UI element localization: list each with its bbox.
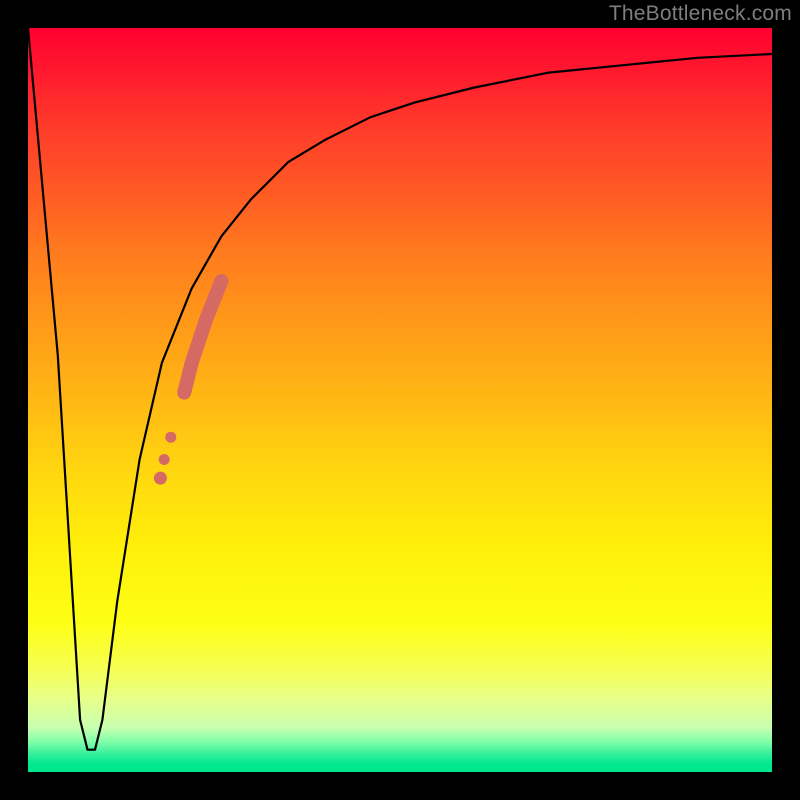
heatmap-background bbox=[28, 28, 772, 772]
plot-area bbox=[28, 28, 772, 772]
watermark-text: TheBottleneck.com bbox=[609, 2, 792, 26]
chart-frame: TheBottleneck.com bbox=[0, 0, 800, 800]
